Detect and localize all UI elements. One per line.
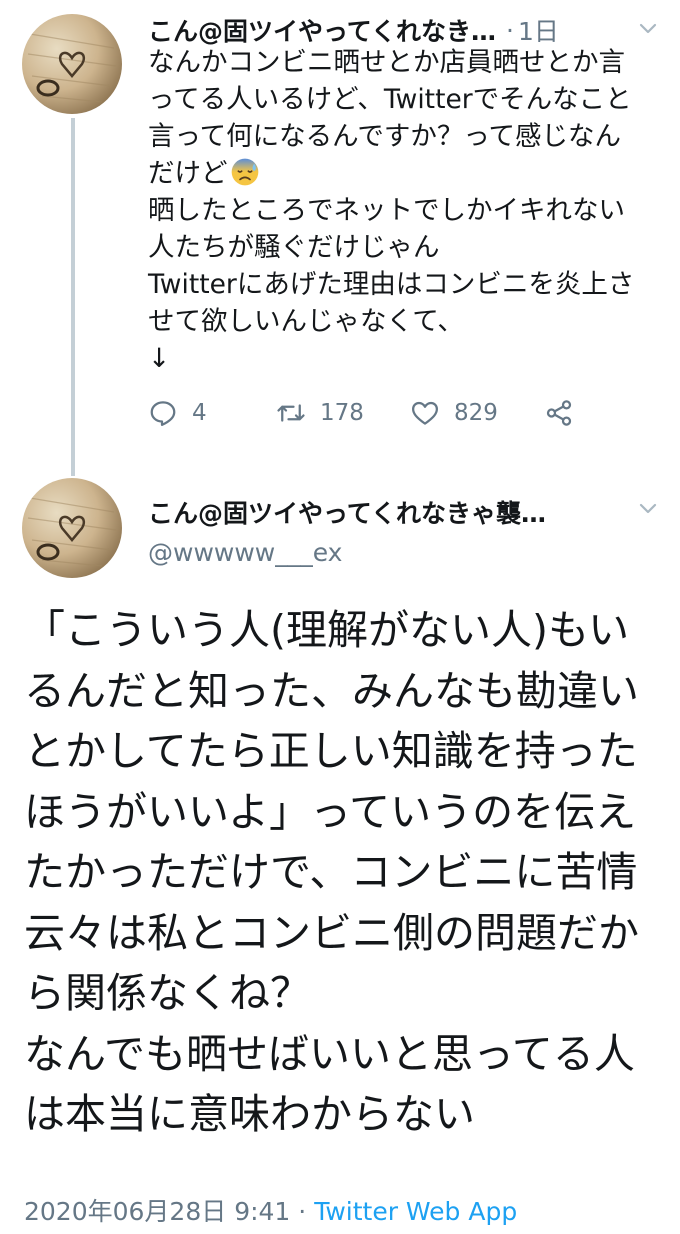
- text-line: ほうがいいよ」っていうのを伝え: [24, 787, 637, 836]
- time-separator: ·: [506, 15, 514, 45]
- tweet1-header: こん@固ツイやってくれなき… · 1日: [148, 12, 559, 48]
- text-line: たかっただけで、コンビニに苦情: [24, 848, 638, 896]
- like-count: 829: [454, 400, 498, 426]
- text-line: 云々は私とコンビニ側の問題だか: [24, 908, 639, 957]
- user-handle[interactable]: @wwwww___ex: [148, 538, 342, 567]
- anxious-face-with-sweat-icon: [231, 158, 258, 186]
- text-line: るんだと知った、みんなも勘違い: [24, 666, 639, 715]
- tweet-text: なんかコンビニ晒せとか店員晒せとか言 ってる人いるけど、Twitterでそんなこ…: [148, 44, 668, 377]
- text-line: ってる人いるけど、Twitterでそんなこと: [148, 84, 632, 115]
- text-line: なんかコンビニ晒せとか店員晒せとか言: [148, 47, 625, 78]
- tweet-time[interactable]: 1日: [518, 12, 559, 48]
- avatar[interactable]: [22, 478, 122, 578]
- chevron-down-icon[interactable]: [636, 16, 660, 40]
- text-line-with-emoji: だけど: [148, 155, 668, 192]
- text-line: 「こういう人(理解がない人)もい: [24, 606, 630, 654]
- text-line: ↓: [148, 343, 171, 374]
- share-button[interactable]: [544, 398, 588, 428]
- avatar-image: [27, 497, 117, 567]
- reply-count: 4: [192, 400, 207, 426]
- source-app-link[interactable]: Twitter Web App: [314, 1197, 517, 1226]
- retweet-button[interactable]: 178: [276, 398, 364, 428]
- text-line: は本当に意味わからない: [24, 1090, 475, 1138]
- text-line: 人たちが騒ぐだけじゃん: [148, 232, 440, 263]
- text-line: 晒したところでネットでしかイキれない: [148, 195, 625, 226]
- thread-line: [71, 118, 75, 476]
- reply-icon: [150, 401, 176, 426]
- heart-icon: [412, 401, 438, 425]
- chevron-down-icon[interactable]: [636, 496, 660, 520]
- text-line: Twitterにあげた理由はコンビニを炎上さ: [148, 269, 635, 300]
- tweet-footer: 2020年06月28日 9:41 · Twitter Web App: [24, 1192, 517, 1228]
- retweet-count: 178: [320, 400, 364, 426]
- text-line: ら関係なくね？: [24, 969, 311, 1017]
- avatar[interactable]: [22, 14, 122, 114]
- text-line: 言って何になるんですか？って感じなん: [148, 121, 622, 152]
- timestamp[interactable]: 2020年06月28日 9:41: [24, 1197, 290, 1226]
- footer-separator: ·: [290, 1197, 315, 1226]
- retweet-icon: [277, 404, 305, 422]
- text-line: せて欲しいんじゃなくて、: [148, 306, 464, 337]
- author-name[interactable]: こん@固ツイやってくれなきゃ襲…: [148, 494, 546, 530]
- share-icon: [546, 400, 572, 426]
- text-line: なんでも晒せばいいと思ってる人: [24, 1029, 635, 1078]
- like-button[interactable]: 829: [410, 398, 498, 428]
- reply-button[interactable]: 4: [148, 398, 207, 428]
- tweet2-header: こん@固ツイやってくれなきゃ襲…: [148, 494, 546, 530]
- avatar-image: [27, 33, 117, 103]
- tweet-text: 「こういう人(理解がない人)もい るんだと知った、みんなも勘違い とかしてたら正…: [24, 600, 674, 1145]
- author-name[interactable]: こん@固ツイやってくれなき…: [148, 12, 496, 48]
- text-line: だけど: [148, 158, 228, 189]
- text-line: とかしてたら正しい知識を持った: [24, 727, 638, 775]
